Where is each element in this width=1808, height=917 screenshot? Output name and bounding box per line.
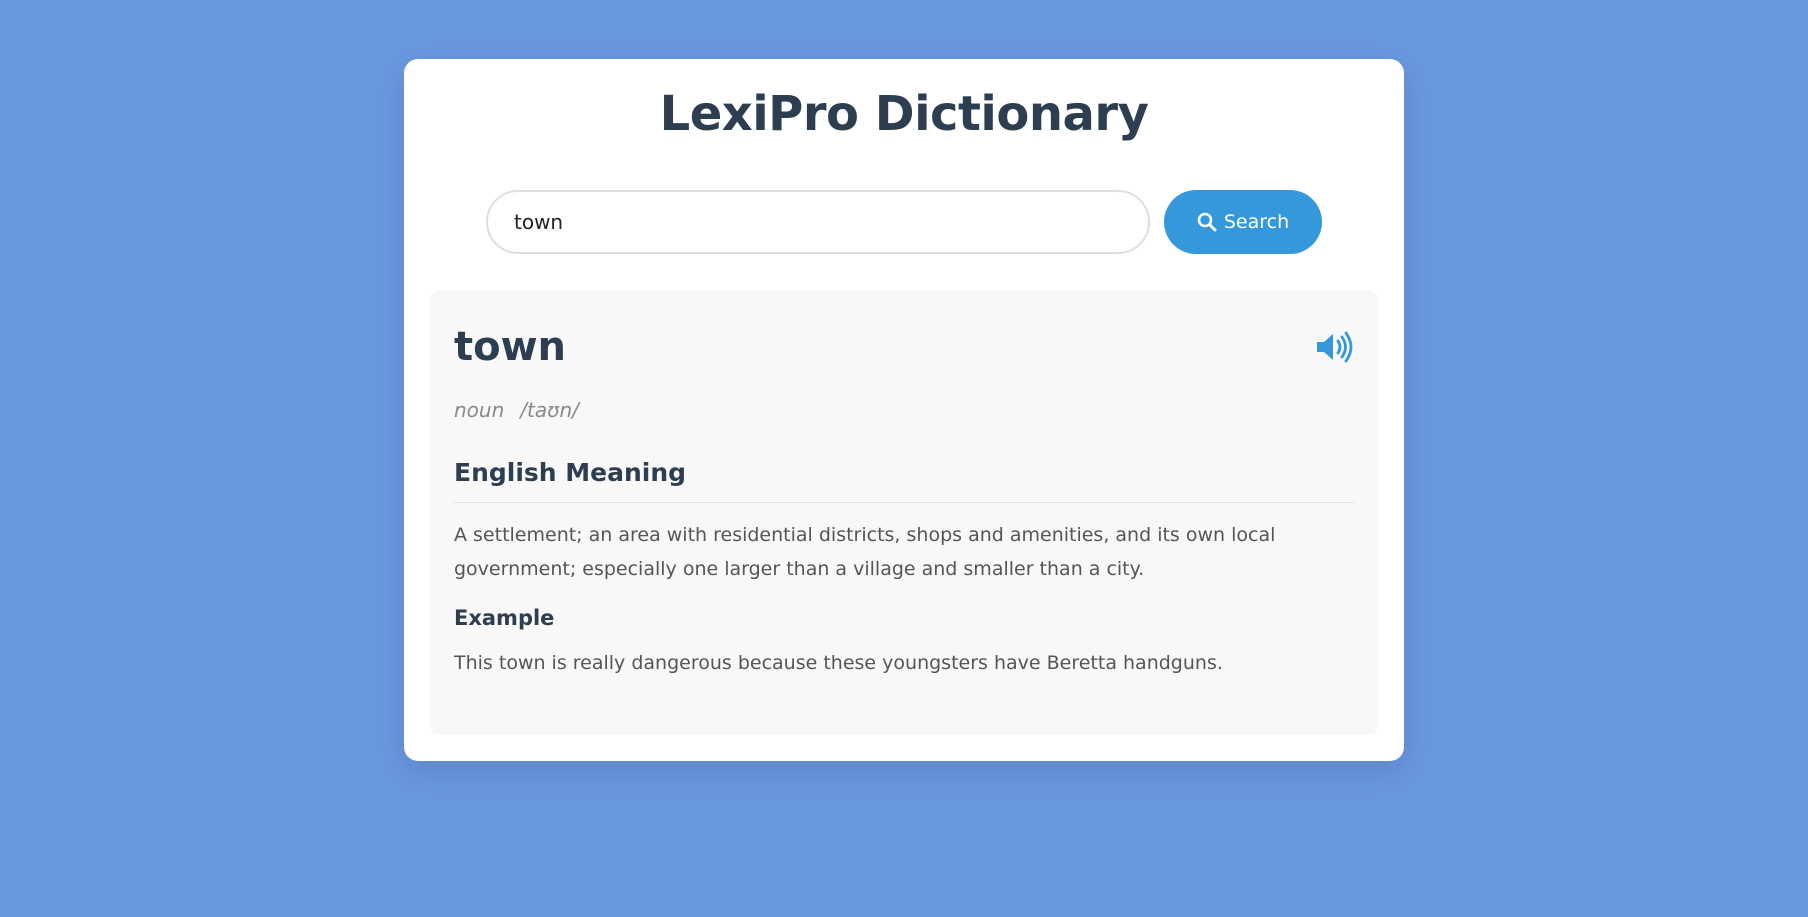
search-bar: Search <box>486 190 1322 254</box>
pronunciation-button[interactable] <box>1315 330 1355 364</box>
example-heading: Example <box>454 606 555 630</box>
example-text: This town is really dangerous because th… <box>454 652 1223 674</box>
app-title: LexiPro Dictionary <box>659 86 1149 142</box>
result-panel: town noun/taʊn/ English Meaning A settle… <box>429 290 1379 735</box>
divider <box>454 502 1354 503</box>
search-icon <box>1197 212 1217 232</box>
search-input[interactable] <box>486 190 1150 254</box>
meaning-heading: English Meaning <box>454 458 687 487</box>
entry-meta: noun/taʊn/ <box>454 398 579 422</box>
part-of-speech: noun <box>454 398 505 422</box>
dictionary-card: LexiPro Dictionary Search town noun/taʊn… <box>404 59 1404 761</box>
definition-text: A settlement; an area with residential d… <box>454 524 1276 580</box>
search-button-label: Search <box>1223 211 1290 233</box>
entry-word: town <box>454 324 567 370</box>
search-button[interactable]: Search <box>1164 190 1322 254</box>
phonetic: /taʊn/ <box>520 398 579 422</box>
speaker-icon <box>1317 331 1353 363</box>
